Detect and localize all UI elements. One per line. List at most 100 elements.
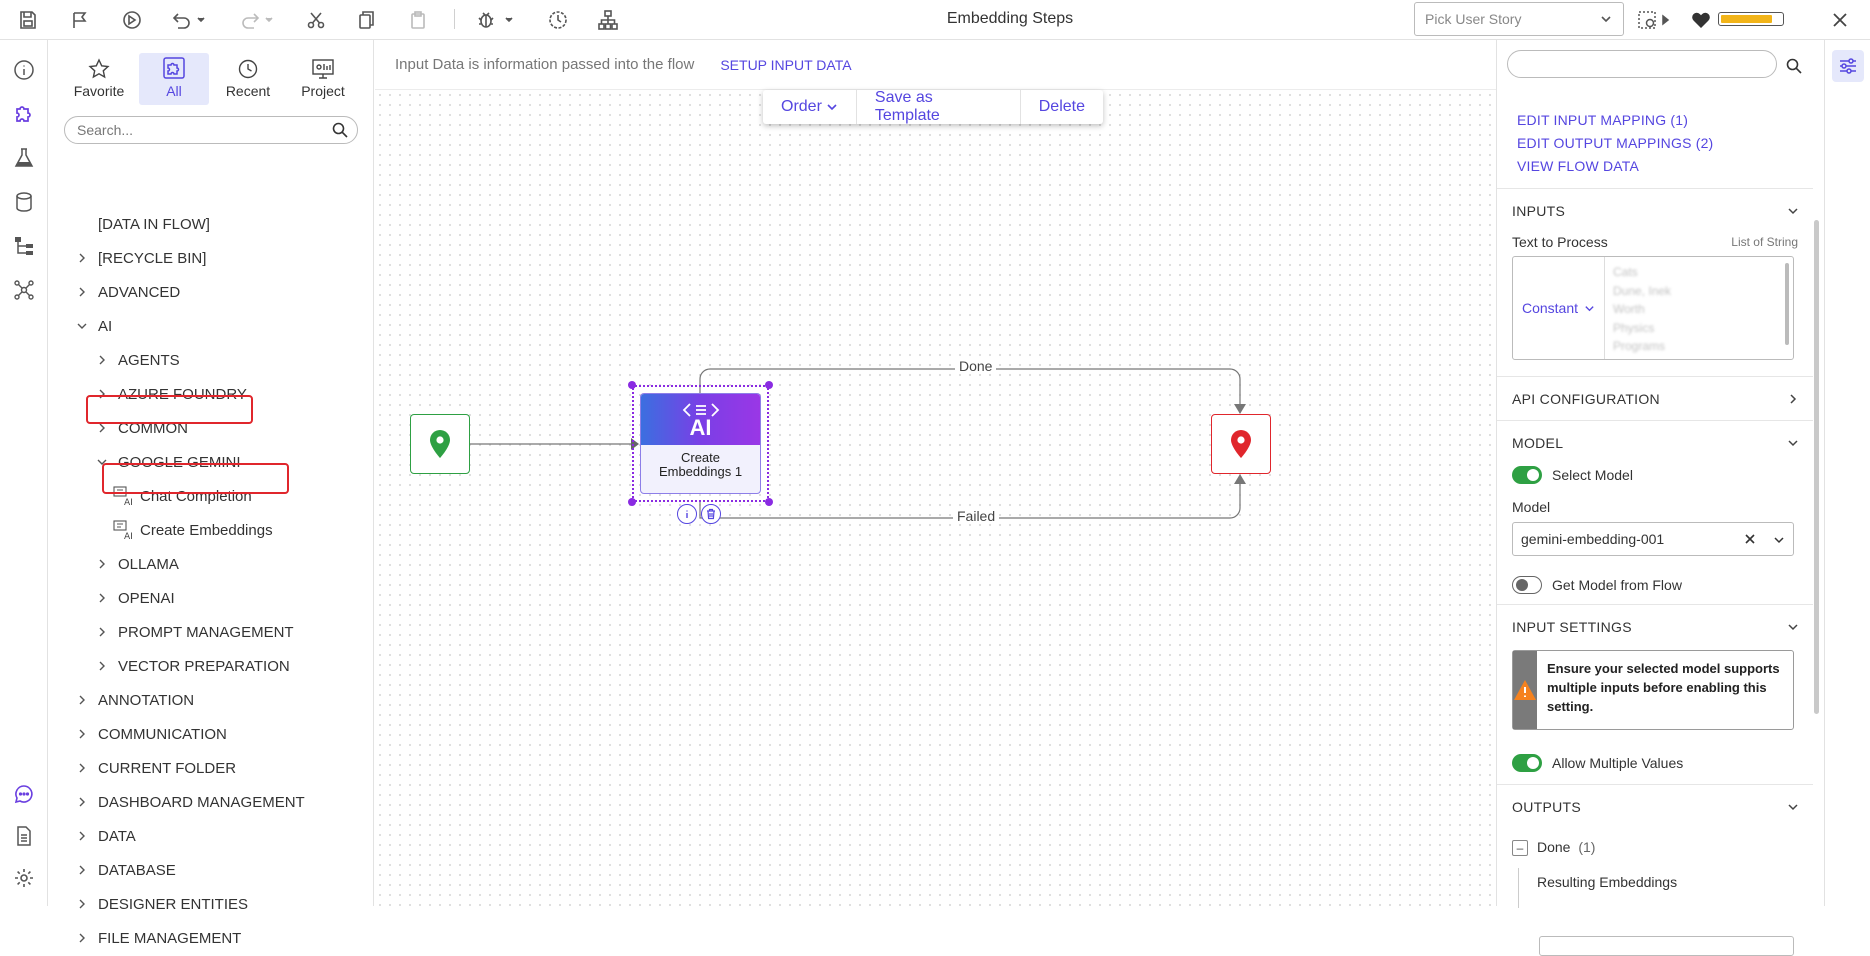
tree-structure-icon[interactable]: [8, 230, 40, 262]
chevron-right-icon[interactable]: [72, 728, 92, 740]
properties-search-input[interactable]: [1507, 50, 1777, 78]
clear-icon[interactable]: [1743, 532, 1757, 546]
save-as-template-button[interactable]: Save as Template: [857, 89, 1021, 124]
grid-settings-icon[interactable]: [1634, 6, 1674, 34]
model-select[interactable]: gemini-embedding-001: [1512, 522, 1794, 556]
chat-icon[interactable]: [8, 778, 40, 810]
view-flow-data-link[interactable]: VIEW FLOW DATA: [1517, 158, 1639, 174]
flow-canvas[interactable]: Input Data is information passed into th…: [375, 40, 1496, 906]
tab-project[interactable]: Project: [288, 53, 358, 105]
search-icon[interactable]: [332, 122, 348, 138]
tree-item[interactable]: [DATA IN FLOW]: [72, 212, 210, 236]
end-node[interactable]: [1211, 414, 1271, 474]
model-section-header[interactable]: MODEL: [1497, 420, 1813, 464]
resize-handle[interactable]: [765, 381, 773, 389]
resize-handle[interactable]: [628, 498, 636, 506]
select-model-toggle[interactable]: [1512, 466, 1542, 484]
save-icon[interactable]: [14, 6, 42, 34]
tree-item[interactable]: DATA: [72, 824, 136, 848]
chevron-right-icon[interactable]: [72, 830, 92, 842]
tree-item[interactable]: [RECYCLE BIN]: [72, 246, 206, 270]
chevron-down-icon[interactable]: [72, 320, 92, 332]
resulting-embeddings-field[interactable]: [1539, 936, 1794, 956]
tree-item[interactable]: DESIGNER ENTITIES: [72, 892, 248, 916]
search-icon[interactable]: [1786, 58, 1802, 74]
create-embeddings-step[interactable]: AI Create Embeddings 1: [640, 393, 761, 494]
chevron-right-icon[interactable]: [92, 354, 112, 366]
edit-input-mapping-link[interactable]: EDIT INPUT MAPPING (1): [1517, 112, 1688, 128]
chevron-right-icon[interactable]: [72, 252, 92, 264]
chevron-right-icon[interactable]: [72, 796, 92, 808]
text-to-process-field[interactable]: Constant Cats Dune, Inek Worth Physics P…: [1512, 256, 1794, 360]
chevron-right-icon[interactable]: [72, 694, 92, 706]
tree-item[interactable]: PROMPT MANAGEMENT: [92, 620, 294, 644]
chevron-right-icon[interactable]: [72, 286, 92, 298]
cut-icon[interactable]: [302, 6, 330, 34]
outputs-section-header[interactable]: OUTPUTS: [1497, 784, 1813, 828]
puzzle-icon[interactable]: [8, 97, 40, 129]
history-icon[interactable]: [544, 6, 572, 34]
toolbar-divider: [454, 9, 455, 29]
edit-output-mappings-link[interactable]: EDIT OUTPUT MAPPINGS (2): [1517, 135, 1713, 151]
run-icon[interactable]: [118, 6, 146, 34]
step-info-button[interactable]: [677, 504, 697, 524]
tree-item[interactable]: COMMUNICATION: [72, 722, 227, 746]
copy-icon[interactable]: [352, 6, 380, 34]
chevron-right-icon[interactable]: [92, 592, 112, 604]
tree-item[interactable]: CURRENT FOLDER: [72, 756, 236, 780]
tab-all[interactable]: All: [139, 53, 209, 105]
hierarchy-icon[interactable]: [594, 6, 622, 34]
tree-item[interactable]: DATABASE: [72, 858, 176, 882]
tree-item[interactable]: VECTOR PREPARATION: [92, 654, 290, 678]
chevron-right-icon[interactable]: [92, 626, 112, 638]
redo-icon[interactable]: [236, 6, 276, 34]
flag-icon[interactable]: [66, 6, 94, 34]
toolbox-search-input[interactable]: [64, 116, 358, 144]
chevron-right-icon[interactable]: [72, 864, 92, 876]
tree-item[interactable]: ADVANCED: [72, 280, 180, 304]
order-menu-button[interactable]: Order: [763, 90, 857, 124]
inputs-section-header[interactable]: INPUTS: [1497, 188, 1813, 232]
input-settings-header[interactable]: INPUT SETTINGS: [1497, 604, 1813, 648]
resize-handle[interactable]: [628, 381, 636, 389]
undo-icon[interactable]: [168, 6, 208, 34]
tree-item[interactable]: OPENAI: [92, 586, 175, 610]
tree-item[interactable]: DASHBOARD MANAGEMENT: [72, 790, 305, 814]
flask-icon[interactable]: [8, 142, 40, 174]
user-story-select[interactable]: Pick User Story: [1414, 2, 1624, 36]
tree-item[interactable]: ANNOTATION: [72, 688, 194, 712]
close-icon[interactable]: [1826, 6, 1854, 34]
tab-recent[interactable]: Recent: [213, 53, 283, 105]
chevron-right-icon[interactable]: [92, 558, 112, 570]
constant-values-list[interactable]: Cats Dune, Inek Worth Physics Programs: [1613, 263, 1671, 356]
chevron-right-icon[interactable]: [72, 762, 92, 774]
tree-item[interactable]: AGENTS: [92, 348, 180, 372]
chevron-right-icon[interactable]: [72, 898, 92, 910]
start-node[interactable]: [410, 414, 470, 474]
debug-icon[interactable]: [474, 6, 518, 34]
get-model-from-flow-toggle[interactable]: [1512, 576, 1542, 594]
info-icon[interactable]: [8, 54, 40, 86]
allow-multiple-values-toggle[interactable]: [1512, 754, 1542, 772]
properties-scrollbar[interactable]: [1814, 220, 1819, 714]
chevron-right-icon[interactable]: [92, 660, 112, 672]
collapse-done-button[interactable]: –: [1512, 840, 1528, 856]
database-icon[interactable]: [8, 186, 40, 218]
properties-toggle-button[interactable]: [1832, 50, 1864, 82]
input-mode-select[interactable]: Constant: [1513, 257, 1605, 359]
tree-item[interactable]: OLLAMA: [92, 552, 179, 576]
tree-item[interactable]: AI: [72, 314, 112, 338]
step-delete-button[interactable]: [701, 504, 721, 524]
tree-item[interactable]: AI Create Embeddings: [112, 518, 273, 542]
gear-icon[interactable]: [8, 862, 40, 894]
tree-item[interactable]: FILE MANAGEMENT: [72, 926, 241, 950]
document-icon[interactable]: [8, 820, 40, 852]
delete-button[interactable]: Delete: [1021, 90, 1103, 124]
network-icon[interactable]: [8, 274, 40, 306]
resize-handle[interactable]: [765, 498, 773, 506]
paste-icon[interactable]: [404, 6, 432, 34]
chevron-right-icon[interactable]: [72, 932, 92, 944]
api-configuration-header[interactable]: API CONFIGURATION: [1497, 376, 1813, 420]
tab-favorite[interactable]: Favorite: [64, 53, 134, 105]
values-scrollbar[interactable]: [1785, 263, 1789, 345]
